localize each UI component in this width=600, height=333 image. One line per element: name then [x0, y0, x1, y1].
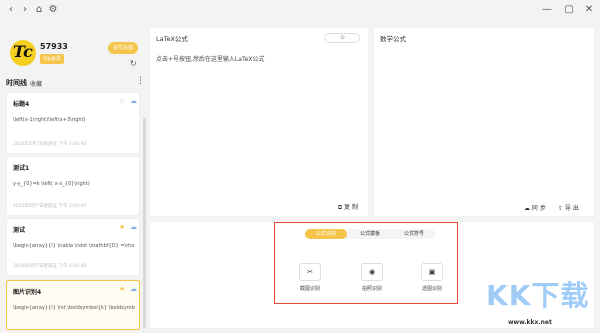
tab-formula-recognition[interactable]: 公式识别	[305, 229, 347, 239]
photo-recognize-button[interactable]: ◉	[361, 263, 383, 281]
close-button[interactable]: ✕	[582, 3, 596, 17]
home-icon[interactable]: ⌂	[32, 3, 46, 17]
cloud-icon[interactable]: ☁	[130, 97, 137, 105]
card-formula: y-y_{0}=k \left( x-x_{0}\right)	[13, 181, 90, 187]
minimize-button[interactable]: —	[540, 3, 554, 17]
refresh-icon[interactable]: ↻	[130, 59, 137, 68]
latex-panel-title: LaTeX公式	[156, 35, 188, 43]
card-date: 2020年8月7日星期五 下午 2:04:40	[13, 264, 87, 269]
history-card[interactable]: 测试 ★ ☁ \begin{array}{l} \nabla \cdot \ma…	[6, 218, 140, 276]
title-bar: ‹ › ⌂ ⚙ — ▢ ✕	[0, 0, 600, 20]
latex-hint[interactable]: 点击+号按钮,然后在这里输入LaTeX公式	[156, 54, 264, 63]
cloud-icon[interactable]: ☁	[130, 223, 137, 231]
watermark-url: www.kkx.net	[508, 319, 552, 326]
copy-button[interactable]: ⧉ 复 制	[338, 202, 358, 212]
star-icon[interactable]: ★	[119, 285, 125, 293]
avatar[interactable]: Tc	[10, 40, 36, 66]
card-formula: \begin{array}{l} \nabla \cdot \mathbf{D}…	[13, 243, 135, 249]
math-panel: 数学公式 ☁ 同 步 ⇪ 导 出	[374, 28, 594, 216]
username: 57933	[40, 42, 68, 51]
screenshot-recognize-button[interactable]: ✂	[299, 263, 321, 281]
add-formula-button[interactable]: ⊕	[324, 33, 360, 43]
watermark-logo: KK下载	[486, 279, 590, 312]
card-date: 2020年8月7日星期五 下午 2:04:40	[13, 142, 87, 147]
back-icon[interactable]: ‹	[4, 3, 18, 17]
latex-panel: LaTeX公式 ⊕ 点击+号按钮,然后在这里输入LaTeX公式 ⧉ 复 制	[150, 28, 368, 216]
export-button[interactable]: ⇪ 导 出	[558, 203, 579, 212]
card-date: 2020年8月7日星期五 下午 2:04:40	[13, 204, 87, 209]
settings-icon[interactable]: ⚙	[46, 3, 60, 17]
card-title: 测试	[13, 227, 26, 234]
sidebar: Tc 57933 Vip会员 会员充值 ↻ 时间线 收藏 ⋮ 标题4 ☆ ☁ \…	[4, 22, 146, 330]
forward-icon[interactable]: ›	[18, 3, 32, 17]
star-icon[interactable]: ☆	[119, 97, 125, 105]
tab-formula-symbols[interactable]: 公式符号	[393, 229, 435, 239]
history-card[interactable]: 标题4 ☆ ☁ \left(x-1\right)\left(x+3\right)…	[6, 92, 140, 154]
sync-button[interactable]: ☁ 同 步	[524, 203, 546, 212]
image-recognize-button[interactable]: ▣	[421, 263, 443, 281]
photo-recognize-label: 拍照识别	[361, 286, 382, 292]
history-card-selected[interactable]: 图片识别4 ★ ☁ \begin{array}{l} \int \boldsym…	[6, 280, 140, 330]
cloud-icon[interactable]: ☁	[130, 285, 137, 293]
scrollbar[interactable]	[143, 118, 146, 328]
screenshot-recognize-label: 截图识别	[299, 286, 320, 292]
history-card[interactable]: 测试1 y-y_{0}=k \left( x-x_{0}\right) 2020…	[6, 156, 140, 216]
plus-icon: ⊕	[340, 34, 346, 41]
highlight-box: 公式识别 公式模板 公式符号 ✂ 截图识别 ◉ 拍照识别 ▣ 选图识别	[274, 222, 458, 304]
card-title: 标题4	[13, 101, 30, 108]
star-icon[interactable]: ★	[119, 223, 125, 231]
more-icon[interactable]: ⋮	[136, 76, 145, 86]
avatar-text: Tc	[13, 42, 33, 61]
image-recognize-label: 选图识别	[421, 286, 442, 292]
vip-recharge-button[interactable]: 会员充值	[108, 42, 138, 54]
maximize-button[interactable]: ▢	[562, 3, 576, 17]
card-title: 图片识别4	[13, 289, 42, 296]
math-panel-title: 数学公式	[380, 35, 406, 43]
card-formula: \left(x-1\right)\left(x+3\right)	[13, 117, 86, 123]
card-formula: \begin{array}{l} \int \boldsymbol{k} \bo…	[13, 305, 135, 311]
vip-badge: Vip会员	[40, 54, 64, 64]
timeline-tab[interactable]: 时间线	[6, 78, 27, 88]
card-title: 测试1	[13, 165, 30, 172]
favorites-tab[interactable]: 收藏	[30, 79, 42, 88]
tab-formula-templates[interactable]: 公式模板	[349, 229, 391, 239]
mode-tabs: 公式识别 公式模板 公式符号	[305, 229, 435, 239]
